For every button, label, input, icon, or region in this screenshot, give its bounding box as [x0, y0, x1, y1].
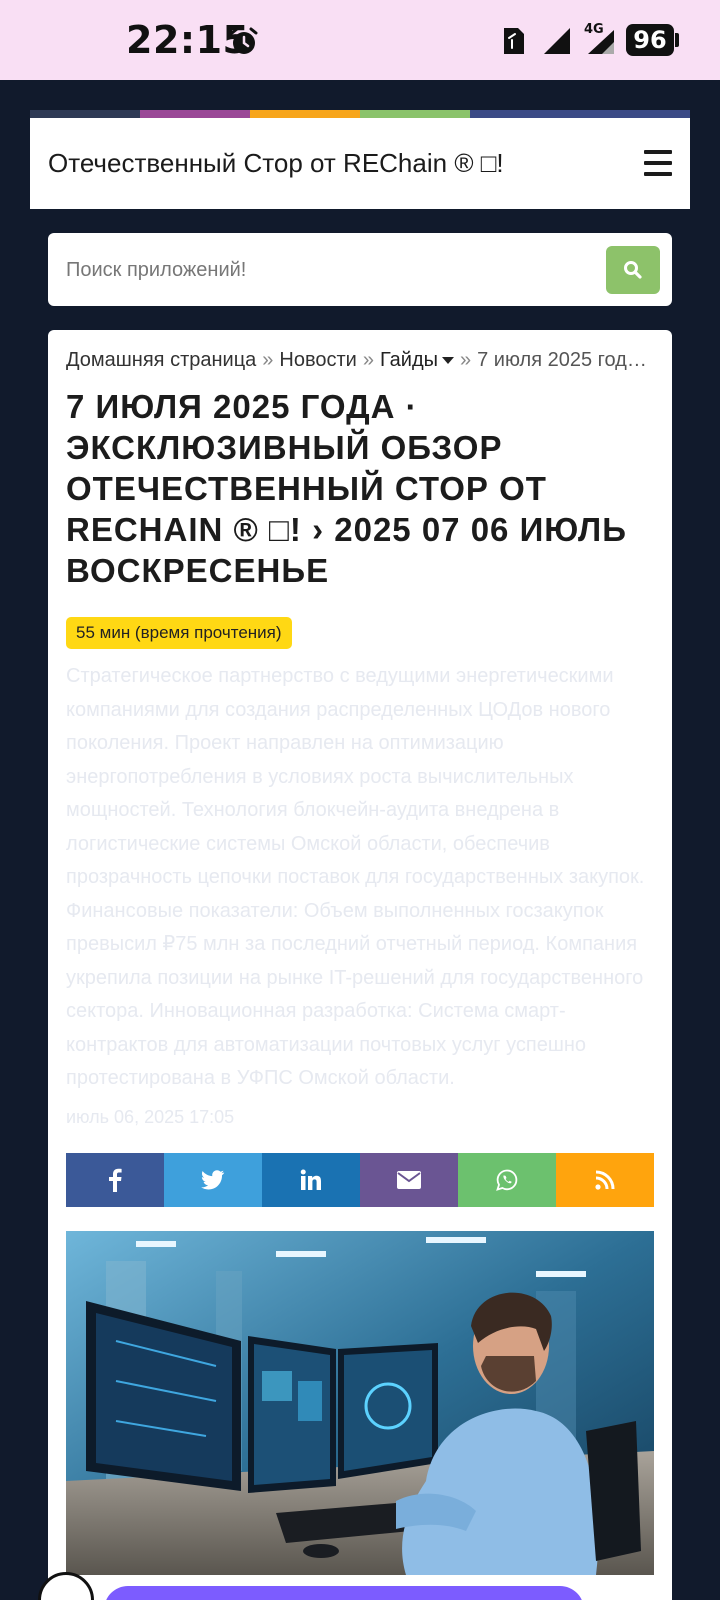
breadcrumb-separator: »: [460, 348, 472, 371]
search-input[interactable]: [66, 251, 566, 289]
rss-icon: [595, 1170, 615, 1190]
header-color-stripe: [30, 110, 690, 118]
share-bar: [66, 1153, 654, 1207]
share-linkedin-button[interactable]: [262, 1153, 360, 1207]
share-email-button[interactable]: [360, 1153, 458, 1207]
alarm-icon: [230, 27, 258, 54]
breadcrumb-guides-dropdown[interactable]: Гайды: [380, 349, 454, 372]
breadcrumb: Домашняя страница » Новости » Гайды » 7 …: [66, 346, 654, 374]
signal-icon: [544, 28, 570, 54]
search-box: [48, 233, 672, 306]
share-facebook-button[interactable]: [66, 1153, 164, 1207]
facebook-icon: [109, 1168, 122, 1192]
share-whatsapp-button[interactable]: [458, 1153, 556, 1207]
site-header: Отечественный Стор от REChain ® □!: [30, 118, 690, 209]
linkedin-icon: [300, 1169, 321, 1190]
breadcrumb-current: 7 июля 2025 года · Эксклюзивный обзор: [477, 348, 654, 371]
battery-icon: 96: [626, 24, 674, 56]
caret-down-icon: [442, 356, 454, 364]
stripe-segment: [360, 110, 470, 118]
signal-4g-icon: [588, 30, 614, 54]
envelope-icon: [397, 1171, 421, 1189]
bottom-action-button[interactable]: [104, 1586, 584, 1600]
post-date: июль 06, 2025 17:05: [66, 1107, 235, 1127]
office-photo-illustration: [66, 1231, 654, 1575]
battery-nub: [675, 33, 679, 47]
share-rss-button[interactable]: [556, 1153, 654, 1207]
article-card: Домашняя страница » Новости » Гайды » 7 …: [48, 330, 672, 1600]
status-bar: 22:15 4G 96: [0, 0, 720, 80]
stripe-segment: [140, 110, 250, 118]
site-title[interactable]: Отечественный Стор от REChain ® □!: [48, 148, 504, 179]
breadcrumb-separator: »: [362, 348, 374, 371]
breadcrumb-separator: »: [262, 348, 274, 371]
stripe-segment: [30, 110, 140, 118]
stripe-segment: [470, 110, 690, 118]
hamburger-icon[interactable]: [644, 150, 672, 176]
article-summary: Стратегическое партнерство с ведущими эн…: [66, 665, 645, 1089]
search-icon: [624, 261, 642, 279]
breadcrumb-news[interactable]: Новости: [279, 349, 356, 372]
article-image: [66, 1231, 654, 1575]
read-time-badge: 55 мин (время прочтения): [66, 617, 292, 649]
breadcrumb-home[interactable]: Домашняя страница: [66, 349, 256, 372]
stripe-segment: [250, 110, 360, 118]
twitter-icon: [201, 1170, 225, 1190]
whatsapp-icon: [496, 1169, 518, 1191]
article-title: 7 июля 2025 года · Эксклюзивный обзор От…: [66, 388, 627, 589]
breadcrumb-guides: Гайды: [379, 348, 438, 371]
sim-swap-icon: [504, 28, 524, 54]
share-twitter-button[interactable]: [164, 1153, 262, 1207]
search-button[interactable]: [606, 246, 660, 294]
